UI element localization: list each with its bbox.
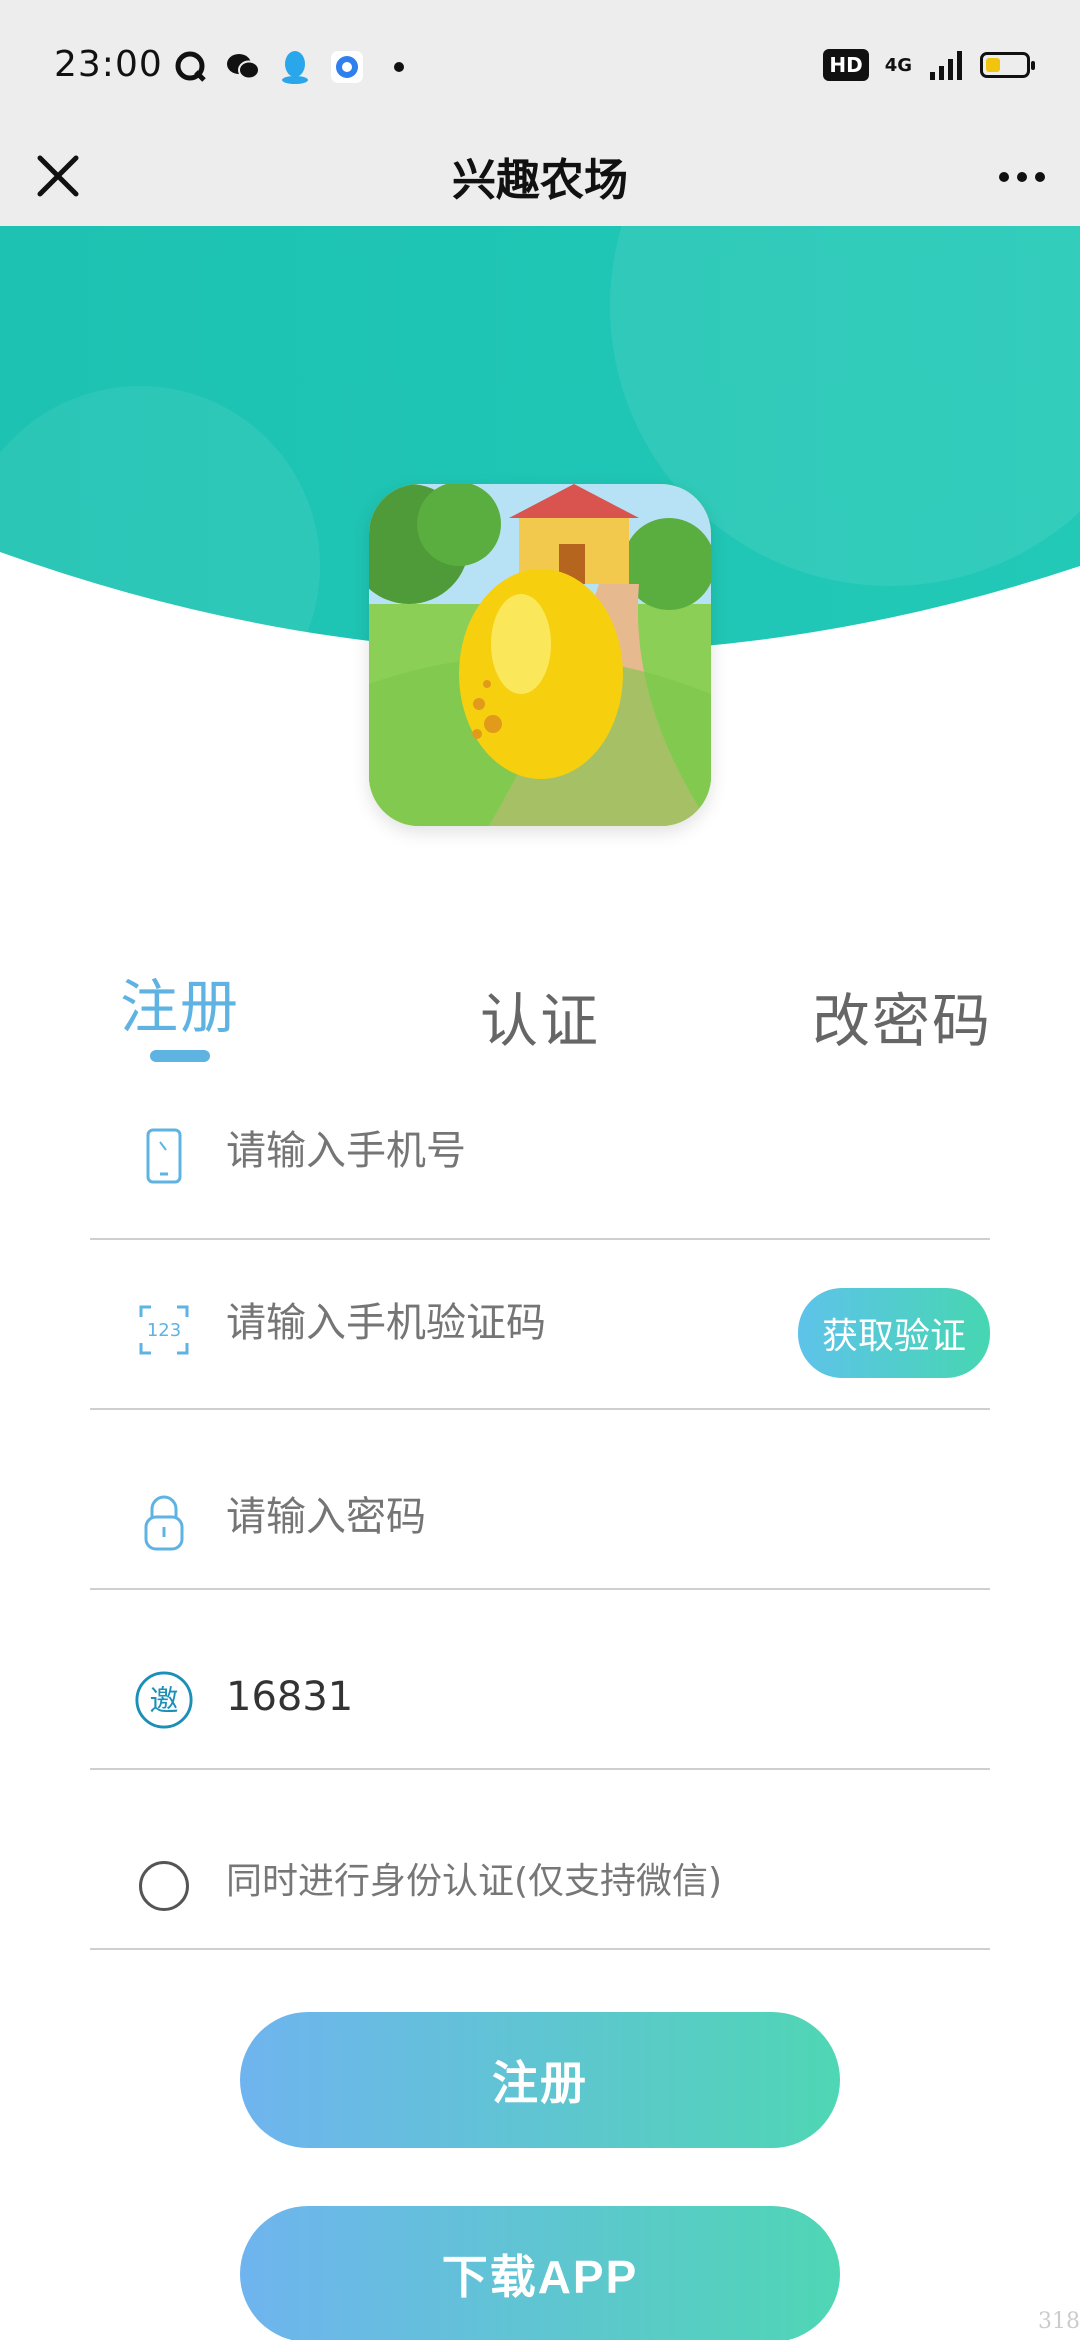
invite-code-input[interactable] <box>226 1674 746 1720</box>
wechat-icon <box>224 48 262 86</box>
password-input[interactable] <box>226 1494 746 1540</box>
app-logo <box>369 484 711 826</box>
dot-icon <box>380 48 418 86</box>
auth-tabs: 注册 认证 改密码 <box>0 950 1080 1070</box>
search-app-icon <box>172 48 210 86</box>
network-type: 4G <box>884 54 912 76</box>
password-row <box>90 1410 990 1590</box>
watermark: 318 <box>1038 2309 1080 2334</box>
tab-register[interactable]: 注册 <box>120 960 240 1044</box>
verify-radio[interactable] <box>134 1856 194 1916</box>
tab-verify[interactable]: 认证 <box>480 974 600 1058</box>
status-time: 23:00 <box>54 44 163 85</box>
invite-row: 邀 <box>90 1590 990 1770</box>
status-bar: 23:00 HD 4G <box>0 0 1080 130</box>
tab-change-password[interactable]: 改密码 <box>812 974 992 1058</box>
battery-icon <box>980 52 1035 78</box>
qq-icon <box>276 48 314 86</box>
code-123-icon: 123 <box>134 1300 194 1360</box>
phone-icon <box>134 1126 194 1186</box>
status-notification-icons <box>172 48 418 86</box>
browser-icon <box>328 48 366 86</box>
verify-option-label: 同时进行身份认证(仅支持微信) <box>226 1861 723 1902</box>
app-root: 23:00 HD 4G 兴趣农场 注册 认证 改密码 请输入手机号 123 请输… <box>0 0 1080 2340</box>
page-title: 兴趣农场 <box>452 155 628 206</box>
nav-bar: 兴趣农场 <box>0 130 1080 226</box>
phone-row <box>90 1060 990 1240</box>
svg-text:邀: 邀 <box>149 1684 178 1718</box>
invite-icon: 邀 <box>134 1670 194 1730</box>
register-button[interactable]: 注册 <box>240 2012 840 2148</box>
more-icon[interactable] <box>992 152 1052 202</box>
code-row: 123 获取验证 <box>90 1240 990 1410</box>
svg-text:123: 123 <box>147 1320 181 1341</box>
download-app-button[interactable]: 下载APP <box>240 2206 840 2340</box>
get-code-button[interactable]: 获取验证 <box>798 1288 990 1378</box>
lock-icon <box>134 1492 194 1552</box>
hd-badge: HD <box>823 49 869 81</box>
identity-verify-row: 同时进行身份认证(仅支持微信) <box>90 1770 990 1950</box>
code-input[interactable] <box>226 1300 746 1346</box>
status-system-icons: HD 4G <box>823 48 1035 82</box>
phone-input[interactable] <box>226 1128 746 1174</box>
signal-icon <box>930 51 962 80</box>
